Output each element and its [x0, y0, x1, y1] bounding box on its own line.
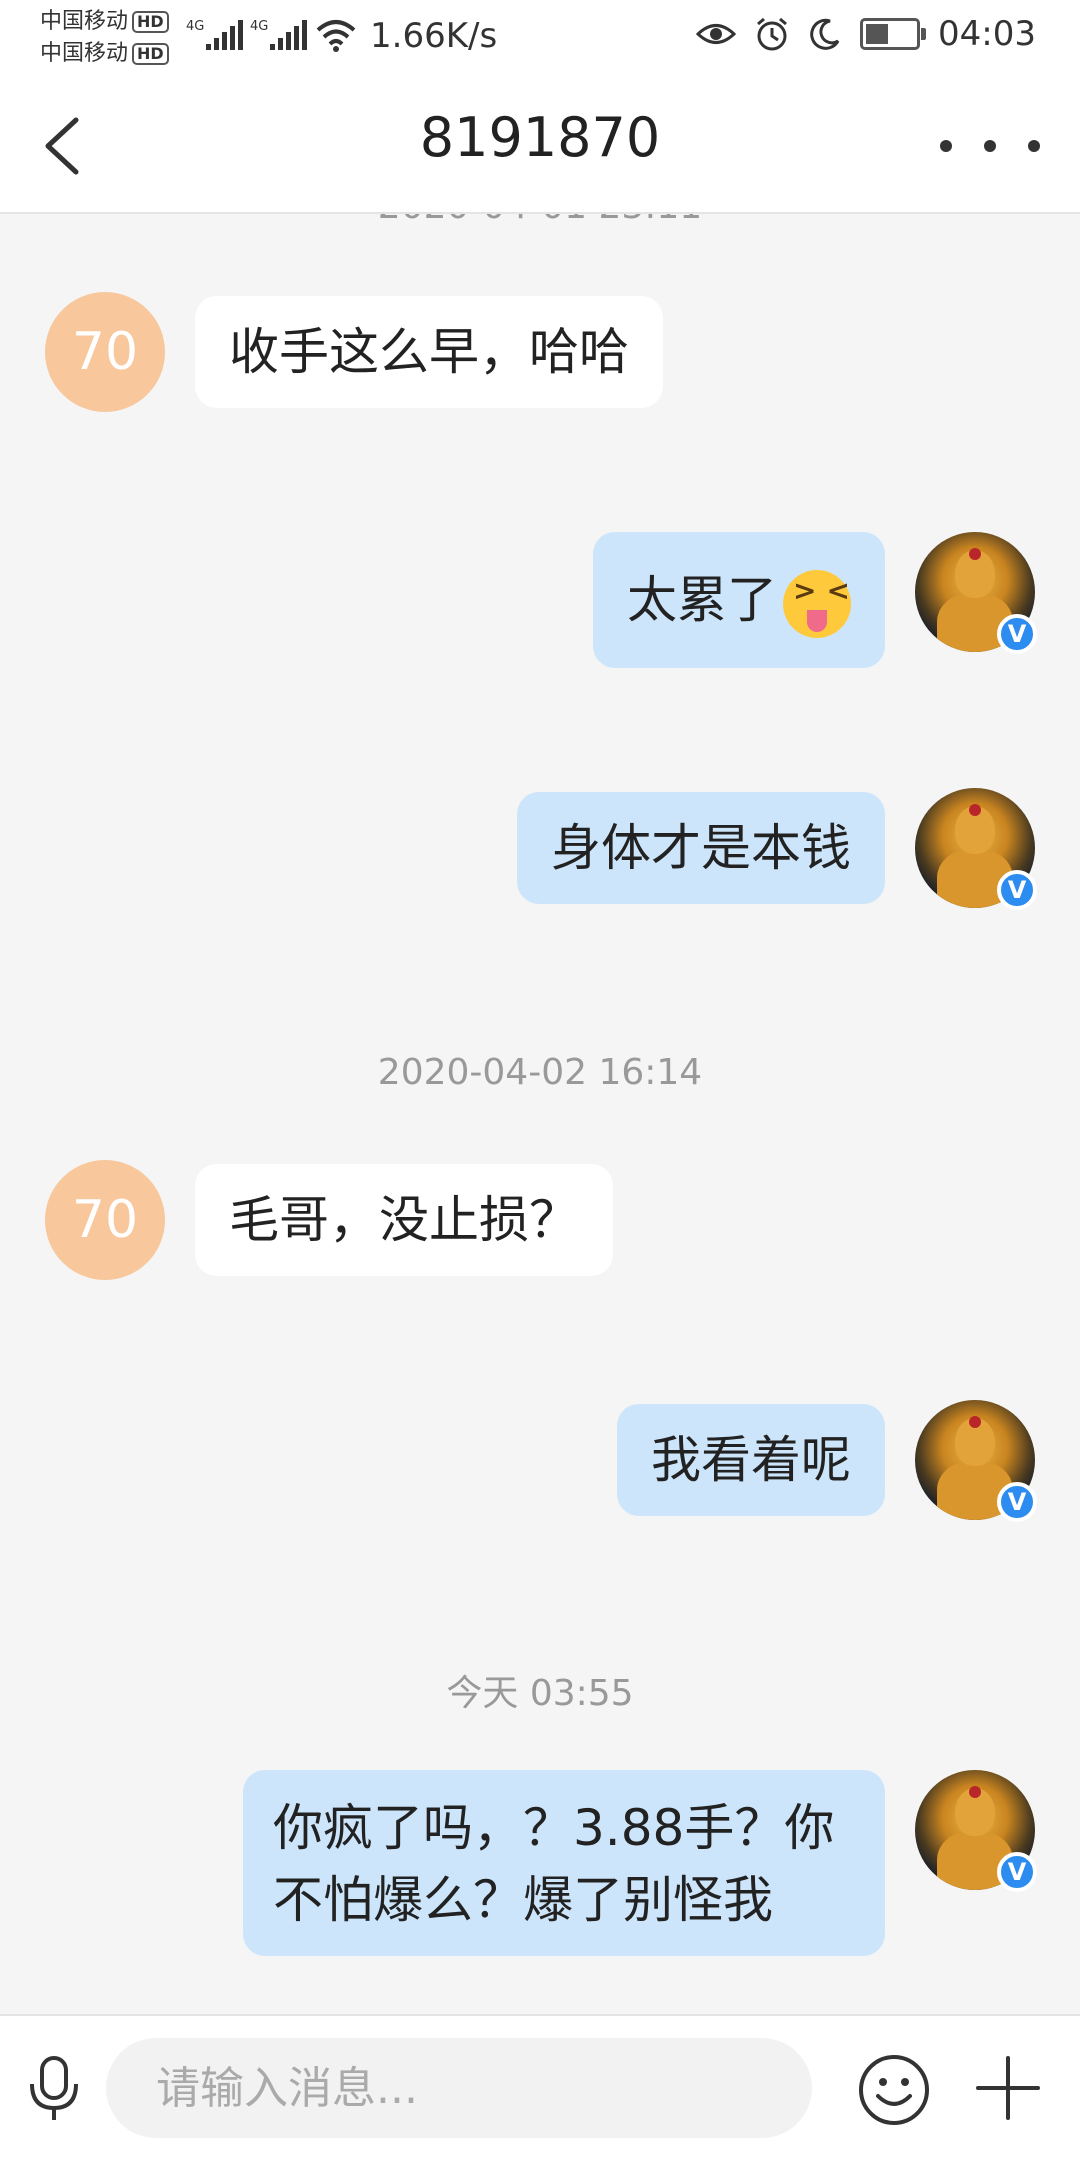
verified-badge: V	[997, 1852, 1037, 1892]
svg-text:4G: 4G	[250, 19, 268, 34]
message-bubble[interactable]: 你疯了吗，？3.88手？你不怕爆么？爆了别怪我	[243, 1770, 885, 1956]
status-bar: 中国移动 HD 中国移动 HD 4G 4G 1.66K/s 04:03	[0, 0, 1080, 76]
avatar[interactable]: V	[915, 532, 1037, 654]
status-right: 04:03	[696, 14, 1036, 54]
message-bubble[interactable]: 收手这么早，哈哈	[195, 296, 663, 408]
wifi-icon	[316, 20, 356, 52]
timestamp: 2020-04-02 16:14	[377, 1052, 703, 1093]
timestamp: 2020-04-01 23:11	[0, 214, 1080, 227]
battery-icon	[860, 18, 927, 50]
message-list[interactable]: 2020-04-01 23:11 70 收手这么早，哈哈 太累了 V 身体才是本…	[0, 214, 1080, 2014]
message-bubble[interactable]: 我看着呢	[617, 1404, 885, 1516]
carrier-2: 中国移动	[40, 41, 129, 66]
clock: 04:03	[938, 14, 1036, 54]
hd-badge: HD	[132, 11, 169, 33]
more-options-button[interactable]	[940, 116, 1040, 176]
signal-icon: 4G	[186, 19, 243, 50]
plus-icon[interactable]	[972, 2052, 1044, 2124]
verified-badge: V	[997, 1482, 1037, 1522]
dot-icon	[984, 140, 996, 152]
dot-icon	[940, 140, 952, 152]
eye-icon	[696, 24, 737, 44]
moon-icon	[810, 18, 840, 50]
message-bubble[interactable]: 太累了	[593, 532, 885, 668]
carrier-info: 中国移动 HD 中国移动 HD	[40, 6, 169, 70]
hd-badge: HD	[132, 43, 169, 65]
message-bubble[interactable]: 身体才是本钱	[517, 792, 885, 904]
message-text: 太累了	[627, 571, 777, 629]
message-input[interactable]	[106, 2038, 812, 2138]
network-speed: 1.66K/s	[370, 16, 498, 56]
dot-icon	[1028, 140, 1040, 152]
input-bar	[0, 2014, 1080, 2162]
squinting-tongue-emoji-icon	[783, 569, 860, 638]
message-bubble[interactable]: 毛哥，没止损？	[195, 1164, 613, 1276]
avatar[interactable]: 70	[45, 1160, 165, 1280]
avatar[interactable]: V	[915, 1400, 1037, 1522]
signal-icon: 4G	[250, 19, 307, 50]
alarm-icon	[757, 17, 787, 51]
verified-badge: V	[997, 870, 1037, 910]
carrier-1: 中国移动	[40, 9, 129, 34]
timestamp: 今天 03:55	[446, 1673, 634, 1714]
chat-header: 8191870	[0, 76, 1080, 214]
page-title: 8191870	[419, 106, 661, 169]
avatar[interactable]: 70	[45, 292, 165, 412]
avatar[interactable]: V	[915, 788, 1037, 910]
svg-text:4G: 4G	[186, 19, 204, 34]
microphone-icon[interactable]	[24, 2054, 84, 2124]
emoji-icon[interactable]	[856, 2052, 932, 2128]
verified-badge: V	[997, 614, 1037, 654]
avatar[interactable]: V	[915, 1770, 1037, 1892]
